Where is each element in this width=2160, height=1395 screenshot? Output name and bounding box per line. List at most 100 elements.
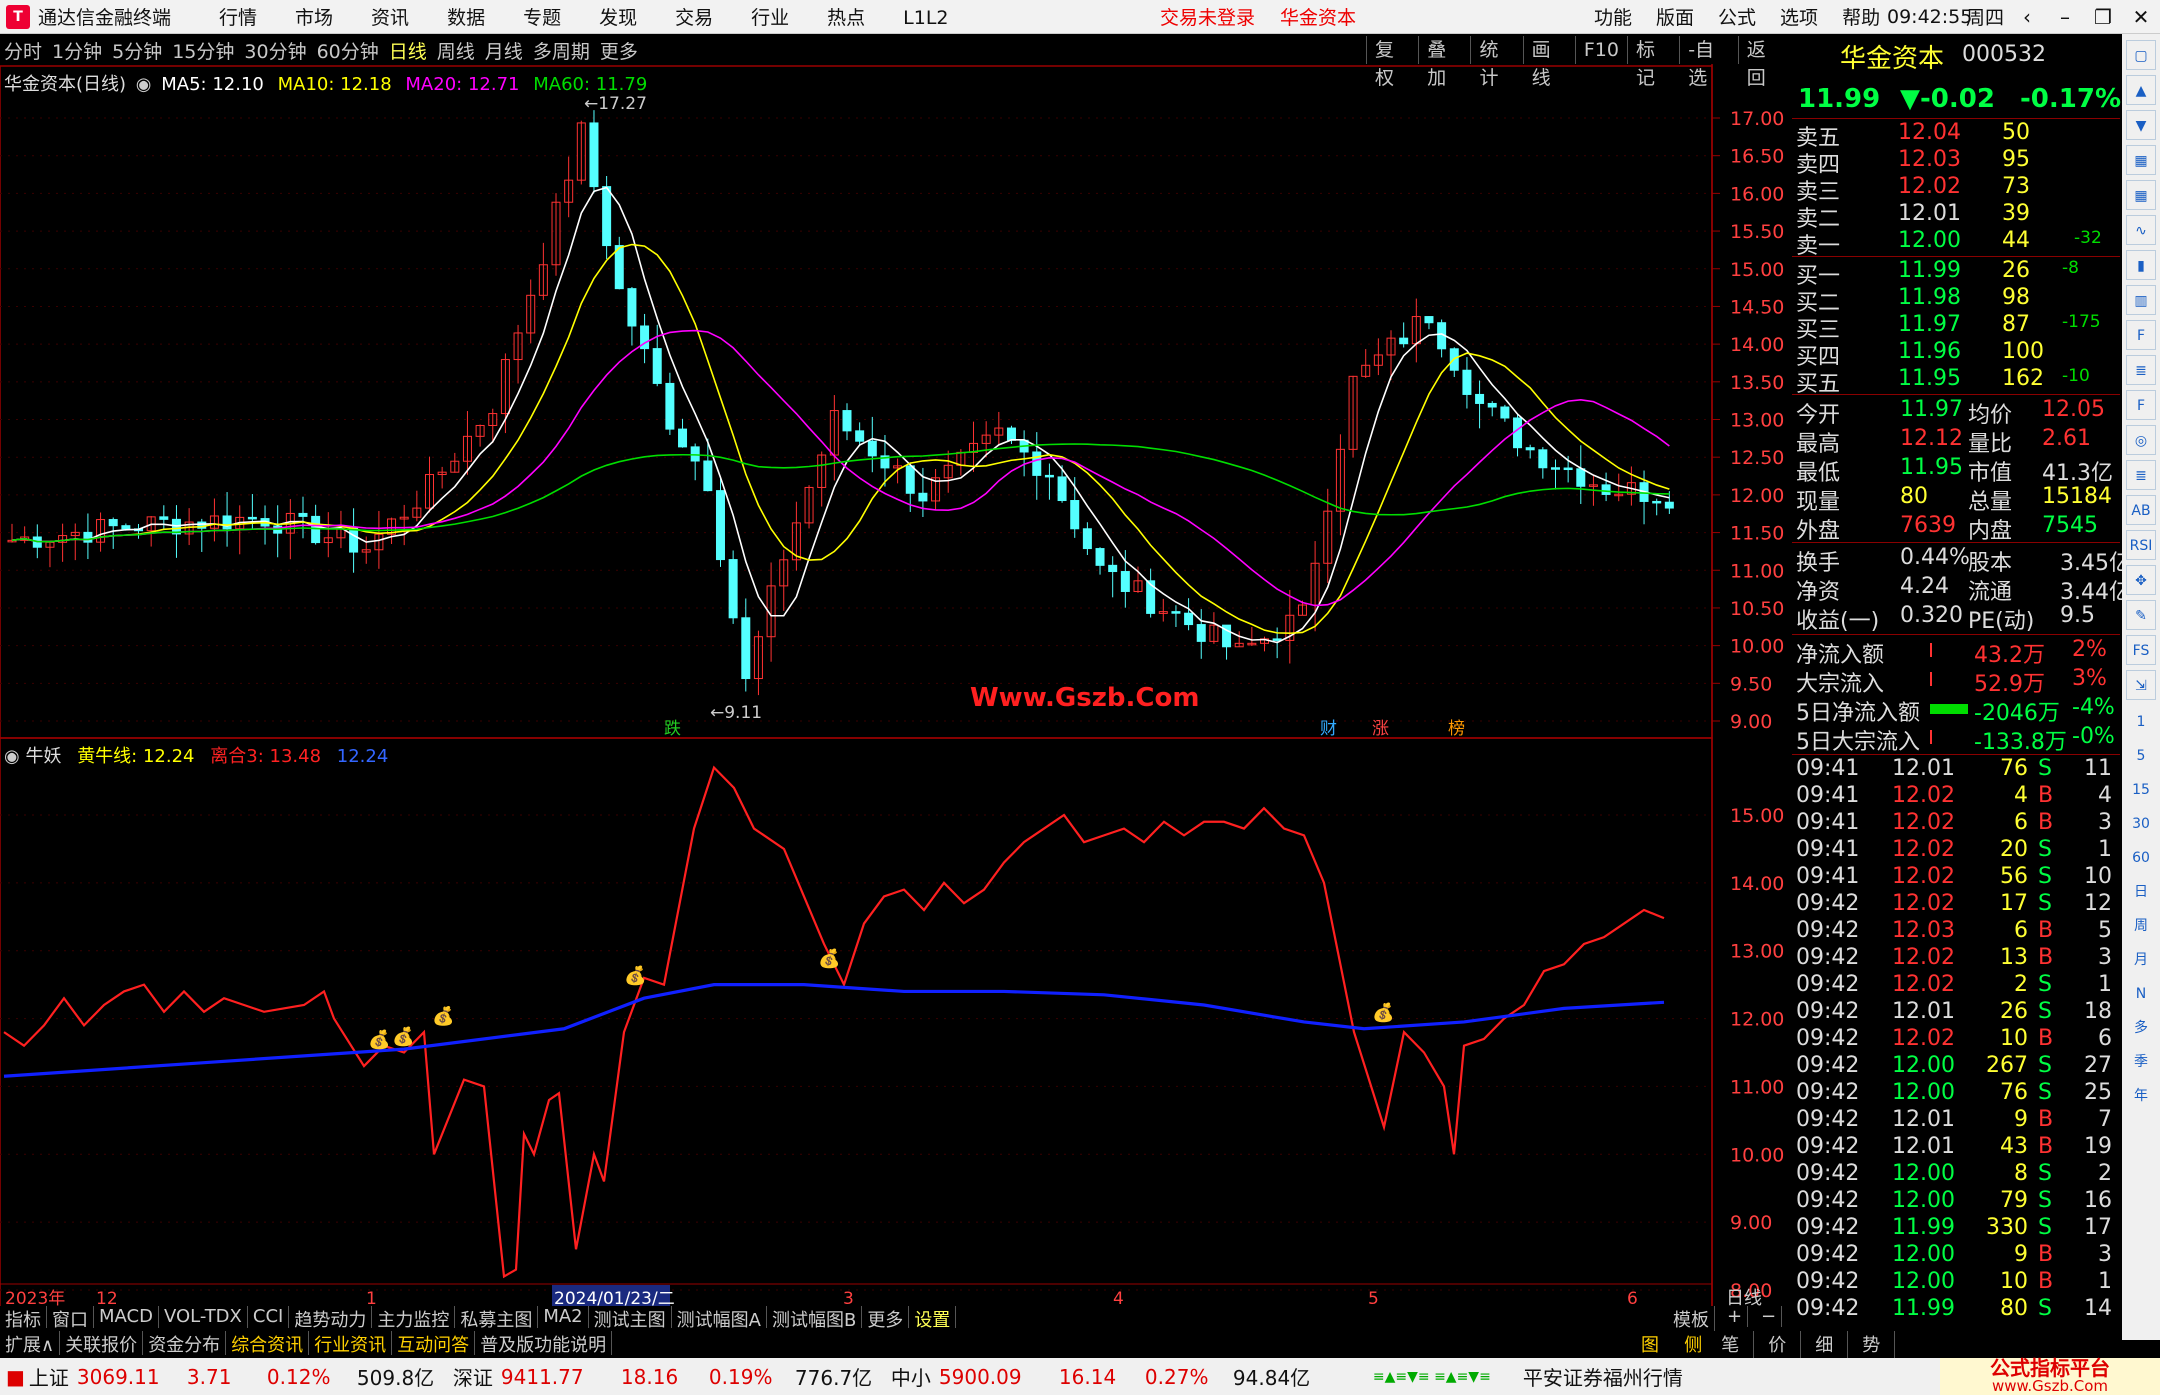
period-shortcut[interactable]: 周 [2122, 909, 2160, 943]
tool-2[interactable]: 统计 [1470, 36, 1522, 89]
tool-7[interactable]: 返回 [1737, 36, 1790, 89]
indicator-tab-6[interactable]: 主力监控 [372, 1306, 456, 1331]
menu-7[interactable]: 行业 [751, 7, 789, 29]
indicator-tab-8[interactable]: MA2 [538, 1306, 589, 1328]
right-menu-4[interactable]: 帮助 [1842, 3, 1880, 30]
settings-icon[interactable]: ◉ [4, 746, 20, 767]
indicator-tab-9[interactable]: 测试主图 [589, 1306, 672, 1331]
ab-icon[interactable]: AB [2126, 495, 2156, 525]
menu-3[interactable]: 数据 [447, 7, 485, 29]
indicator-tab-11[interactable]: 测试幅图B [767, 1306, 863, 1331]
period-shortcut[interactable]: 60 [2122, 841, 2160, 875]
period-tab-8[interactable]: 月线 [485, 41, 523, 63]
period-shortcut[interactable]: 30 [2122, 807, 2160, 841]
remove-icon[interactable]: − [1756, 1306, 1783, 1327]
chart-area[interactable]: 17.00 16.50 16.00 15.50 15.00 14.50 14.00 13.50… [0, 64, 1792, 1306]
tool-3[interactable]: 画线 [1522, 36, 1575, 89]
period-tab-1[interactable]: 1分钟 [52, 41, 102, 63]
zx-label[interactable]: 中小 [891, 1362, 931, 1391]
line-chart-icon[interactable]: ∿ [2126, 215, 2156, 245]
cycle-icon[interactable]: ◎ [2126, 425, 2156, 455]
period-shortcut[interactable]: 日 [2122, 875, 2160, 909]
sh-label[interactable]: 上证 [29, 1362, 69, 1391]
broker-name[interactable]: 华金资本 [1280, 3, 1356, 30]
period-tab-9[interactable]: 多周期 [533, 41, 590, 63]
f-icon[interactable]: F [2126, 390, 2156, 420]
period-shortcut[interactable]: 15 [2122, 773, 2160, 807]
menu-8[interactable]: 热点 [827, 7, 865, 29]
back-icon[interactable]: ‹ [2008, 5, 2046, 29]
indicator-tab-13[interactable]: 设置 [909, 1306, 957, 1331]
export-icon[interactable]: ⇲ [2126, 670, 2156, 700]
info-tab-4[interactable]: 行业资讯 [309, 1331, 393, 1356]
info-tab-3[interactable]: 综合资讯 [226, 1331, 310, 1356]
info-tab-5[interactable]: 互动问答 [392, 1331, 476, 1356]
list-icon[interactable]: ≣ [2126, 355, 2156, 385]
settings-icon[interactable]: ◉ [136, 74, 152, 95]
bar-chart-icon[interactable]: ▥ [2126, 285, 2156, 315]
minimize-icon[interactable]: – [2046, 5, 2084, 29]
template-button[interactable]: 模板 [1668, 1306, 1715, 1332]
tool-4[interactable]: F10 [1574, 36, 1627, 64]
period-shortcut[interactable]: 月 [2122, 943, 2160, 977]
move-icon[interactable]: ✥ [2126, 565, 2156, 595]
add-icon[interactable]: + [1722, 1306, 1749, 1327]
menu-5[interactable]: 发现 [599, 7, 637, 29]
right-menu-1[interactable]: 版面 [1656, 3, 1694, 30]
tool-1[interactable]: 叠加 [1418, 36, 1470, 89]
indicator-tab-0[interactable]: 指标 [0, 1306, 47, 1331]
indicator-tab-5[interactable]: 趋势动力 [289, 1306, 373, 1331]
indicator-tab-3[interactable]: VOL-TDX [159, 1306, 248, 1328]
indicator-tab-7[interactable]: 私募主图 [455, 1306, 539, 1331]
period-tab-2[interactable]: 5分钟 [112, 41, 162, 63]
period-shortcut[interactable]: 5 [2122, 739, 2160, 773]
tool-5[interactable]: 标记 [1626, 36, 1679, 89]
info-tab-0[interactable]: 扩展∧ [0, 1331, 61, 1356]
stats-icon[interactable]: ▦ [2126, 145, 2156, 175]
period-shortcut[interactable]: 多 [2122, 1011, 2160, 1045]
period-tab-0[interactable]: 分时 [4, 41, 42, 63]
period-tab-3[interactable]: 15分钟 [172, 41, 234, 63]
period-tab-10[interactable]: 更多 [600, 41, 638, 63]
period-tab-7[interactable]: 周线 [437, 41, 475, 63]
sz-label[interactable]: 深证 [453, 1362, 493, 1391]
indicator-tab-2[interactable]: MACD [94, 1306, 159, 1328]
down-arrow-icon[interactable]: ▼ [2126, 110, 2156, 140]
info-tab-2[interactable]: 资金分布 [143, 1331, 227, 1356]
menu-2[interactable]: 资讯 [371, 7, 409, 29]
tool-6[interactable]: -自选 [1679, 36, 1738, 89]
pen-icon[interactable]: ✎ [2126, 600, 2156, 630]
indicator-tab-10[interactable]: 测试幅图A [672, 1306, 767, 1331]
up-arrow-icon[interactable]: ▲ [2126, 75, 2156, 105]
rsi-icon[interactable]: RSI [2126, 530, 2156, 560]
up-arrow-icon[interactable]: ▢ [2126, 40, 2156, 70]
tool-0[interactable]: 复权 [1366, 36, 1418, 89]
indicator-tab-1[interactable]: 窗口 [47, 1306, 94, 1331]
indicator-tab-4[interactable]: CCI [248, 1306, 290, 1328]
restore-icon[interactable]: ❐ [2084, 5, 2122, 29]
menu-0[interactable]: 行情 [219, 7, 257, 29]
right-menu-0[interactable]: 功能 [1594, 3, 1632, 30]
period-shortcut[interactable]: 1 [2122, 705, 2160, 739]
menu-6[interactable]: 交易 [675, 7, 713, 29]
period-shortcut[interactable]: 年 [2122, 1079, 2160, 1113]
close-icon[interactable]: ✕ [2122, 5, 2160, 29]
fs-icon[interactable]: FS [2126, 635, 2156, 665]
period-tab-5[interactable]: 60分钟 [317, 41, 379, 63]
info-tab-1[interactable]: 关联报价 [60, 1331, 144, 1356]
list-icon[interactable]: ≣ [2126, 460, 2156, 490]
menu-9[interactable]: L1L2 [903, 7, 948, 29]
period-shortcut[interactable]: N [2122, 977, 2160, 1011]
menu-1[interactable]: 市场 [295, 7, 333, 29]
info-tab-6[interactable]: 普及版功能说明 [475, 1331, 613, 1356]
trade-status[interactable]: 交易未登录 [1160, 3, 1255, 30]
right-menu-2[interactable]: 公式 [1718, 3, 1756, 30]
period-shortcut[interactable]: 季 [2122, 1045, 2160, 1079]
right-menu-3[interactable]: 选项 [1780, 3, 1818, 30]
menu-4[interactable]: 专题 [523, 7, 561, 29]
bar-chart-icon[interactable]: ▮ [2126, 250, 2156, 280]
grid-icon[interactable]: ▦ [2126, 180, 2156, 210]
period-tab-6[interactable]: 日线 [389, 41, 427, 63]
period-tab-4[interactable]: 30分钟 [244, 41, 306, 63]
indicator-tab-12[interactable]: 更多 [862, 1306, 910, 1331]
